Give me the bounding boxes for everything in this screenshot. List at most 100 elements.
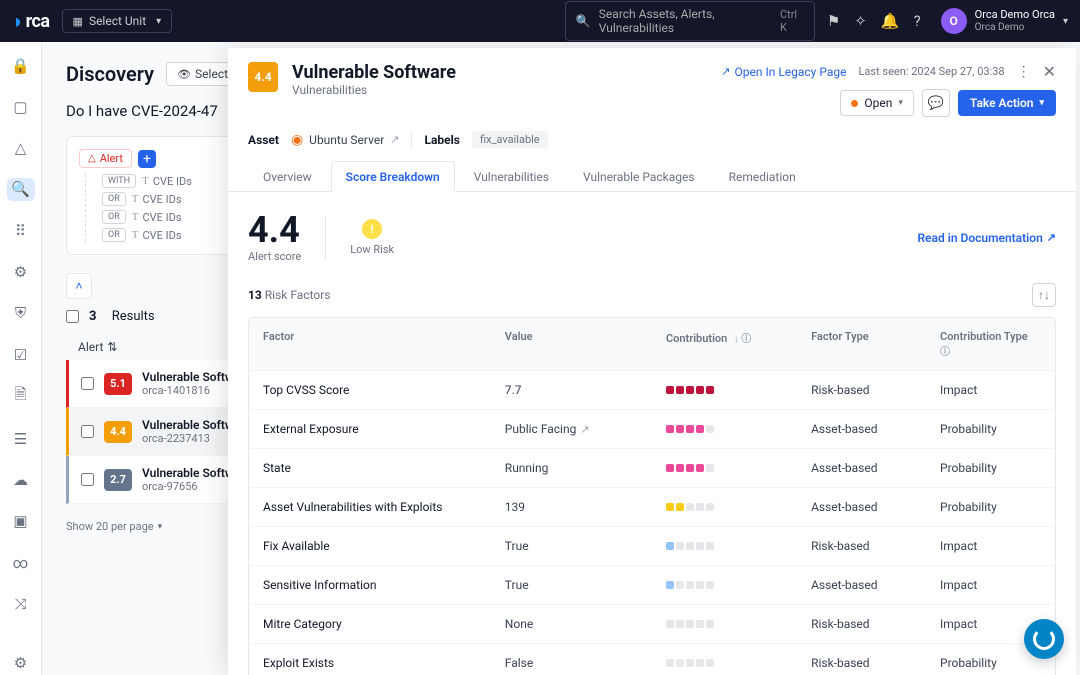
cell-value: True: [491, 527, 652, 565]
shuffle-icon[interactable]: ⤨: [7, 592, 35, 615]
compliance-icon[interactable]: ☑: [7, 343, 35, 366]
cell-contribution-type: Probability: [926, 410, 1055, 448]
shield-icon[interactable]: ⛨: [7, 302, 35, 325]
infinity-icon[interactable]: ∞: [7, 551, 35, 574]
cell-value: 139: [491, 488, 652, 526]
meta-row: Asset ◉ Ubuntu Server ↗ Labels fix_avail…: [248, 117, 1056, 160]
kebab-menu-icon[interactable]: ⋮: [1017, 64, 1031, 80]
global-search-input[interactable]: 🔍 Search Assets, Alerts, Vulnerabilities…: [565, 1, 815, 41]
tab-score-breakdown[interactable]: Score Breakdown: [331, 161, 455, 192]
label-chip[interactable]: fix_available: [472, 131, 548, 148]
cell-factor-type: Asset-based: [797, 488, 926, 526]
sort-button[interactable]: ↑↓: [1032, 283, 1056, 307]
cell-contribution-type: Impact: [926, 566, 1055, 604]
select-all-checkbox[interactable]: [66, 310, 79, 323]
cell-factor: Fix Available: [249, 527, 491, 565]
table-row[interactable]: External Exposure Public Facing↗ Asset-b…: [249, 409, 1055, 448]
user-name: Orca Demo Orca: [975, 8, 1055, 21]
page-title: Discovery: [66, 62, 154, 86]
field-cve[interactable]: CVE IDs: [132, 211, 182, 224]
tab-remediation[interactable]: Remediation: [714, 161, 811, 192]
score-badge: 4.4: [248, 62, 278, 92]
settings-icon[interactable]: ⚙: [7, 652, 35, 675]
gear-icon[interactable]: ⚙: [7, 260, 35, 283]
table-row[interactable]: Fix Available True Risk-based Impact: [249, 526, 1055, 565]
cell-value: 7.7: [491, 371, 652, 409]
cell-contribution: [652, 569, 797, 601]
external-link-icon[interactable]: ↗: [390, 133, 399, 146]
asset-link[interactable]: ◉ Ubuntu Server ↗: [291, 132, 400, 148]
cell-factor: Sensitive Information: [249, 566, 491, 604]
user-org: Orca Demo: [975, 22, 1055, 34]
alert-chip[interactable]: Alert: [79, 149, 132, 168]
database-icon[interactable]: ☰: [7, 427, 35, 450]
cell-factor: Asset Vulnerabilities with Exploits: [249, 488, 491, 526]
cell-contribution: [652, 452, 797, 484]
take-action-button[interactable]: Take Action: [958, 90, 1056, 116]
close-icon[interactable]: ✕: [1043, 62, 1056, 81]
cell-factor-type: Asset-based: [797, 449, 926, 487]
th-contribution-type[interactable]: Contribution Type ⓘ: [926, 318, 1055, 370]
unit-select-button[interactable]: Select Unit: [62, 9, 173, 33]
table-row[interactable]: Top CVSS Score 7.7 Risk-based Impact: [249, 370, 1055, 409]
help-icon[interactable]: ?: [914, 12, 921, 30]
th-factor[interactable]: Factor: [249, 318, 491, 370]
table-row[interactable]: Exploit Exists False Risk-based Probabil…: [249, 643, 1055, 675]
cell-contribution-type: Impact: [926, 371, 1055, 409]
cloud-icon[interactable]: ☁: [7, 469, 35, 492]
status-dropdown[interactable]: Open: [840, 90, 914, 116]
help-fab-button[interactable]: [1024, 619, 1064, 659]
lock-icon[interactable]: 🔒: [7, 54, 35, 77]
field-cve[interactable]: CVE IDs: [132, 193, 182, 206]
detail-body: 4.4 Alert score ! Low Risk Read in Docum…: [228, 192, 1076, 675]
row-checkbox[interactable]: [81, 473, 94, 486]
asset-label: Asset: [248, 133, 279, 147]
add-condition-button[interactable]: +: [138, 150, 156, 168]
apps-icon[interactable]: ▣: [7, 510, 35, 533]
comment-button[interactable]: 💬: [922, 89, 950, 117]
table-row[interactable]: Sensitive Information True Asset-based I…: [249, 565, 1055, 604]
user-menu[interactable]: O Orca Demo Orca Orca Demo ▾: [941, 8, 1068, 34]
field-cve[interactable]: CVE IDs: [132, 229, 182, 242]
field-cve[interactable]: CVE IDs: [142, 175, 192, 188]
search-icon: 🔍: [576, 14, 591, 28]
cell-contribution: [652, 608, 797, 640]
cell-contribution: [652, 647, 797, 675]
graph-icon[interactable]: ⠿: [7, 219, 35, 242]
risk-factor-count: 13 Risk Factors: [248, 288, 330, 302]
report-icon[interactable]: 🗎: [7, 384, 35, 409]
collapse-toggle[interactable]: ˄: [66, 273, 92, 299]
cell-factor: Mitre Category: [249, 605, 491, 643]
alerts-icon[interactable]: △: [7, 137, 35, 160]
score-badge: 4.4: [104, 421, 132, 443]
conj-or[interactable]: OR: [102, 228, 126, 242]
row-checkbox[interactable]: [81, 377, 94, 390]
row-checkbox[interactable]: [81, 425, 94, 438]
cell-factor: External Exposure: [249, 410, 491, 448]
conj-or[interactable]: OR: [102, 210, 126, 224]
table-header: Factor Value Contribution ↓ ⓘ Factor Typ…: [249, 318, 1055, 370]
tab-overview[interactable]: Overview: [248, 161, 327, 192]
tab-vulnerable-packages[interactable]: Vulnerable Packages: [568, 161, 710, 192]
conj-or[interactable]: OR: [102, 192, 126, 206]
th-factor-type[interactable]: Factor Type: [797, 318, 926, 370]
th-value[interactable]: Value: [491, 318, 652, 370]
tab-vulnerabilities[interactable]: Vulnerabilities: [459, 161, 564, 192]
table-row[interactable]: Asset Vulnerabilities with Exploits 139 …: [249, 487, 1055, 526]
documentation-link[interactable]: Read in Documentation: [917, 231, 1056, 245]
flag-icon[interactable]: ⚑: [827, 12, 840, 30]
announce-icon[interactable]: ✧: [854, 12, 867, 30]
ubuntu-icon: ◉: [291, 132, 303, 148]
avatar: O: [941, 8, 967, 34]
conj-with[interactable]: WITH: [102, 174, 136, 188]
dashboard-icon[interactable]: ▢: [7, 95, 35, 118]
discovery-icon[interactable]: 🔍: [7, 178, 35, 201]
cell-contribution-type: Impact: [926, 527, 1055, 565]
table-row[interactable]: State Running Asset-based Probability: [249, 448, 1055, 487]
th-contribution[interactable]: Contribution ↓ ⓘ: [652, 318, 797, 370]
table-row[interactable]: Mitre Category None Risk-based Impact: [249, 604, 1055, 643]
open-legacy-link[interactable]: Open In Legacy Page: [721, 65, 846, 79]
risk-factor-table: Factor Value Contribution ↓ ⓘ Factor Typ…: [248, 317, 1056, 675]
last-seen-text: Last seen: 2024 Sep 27, 03:38: [858, 65, 1004, 78]
bell-icon[interactable]: 🔔: [881, 12, 900, 30]
